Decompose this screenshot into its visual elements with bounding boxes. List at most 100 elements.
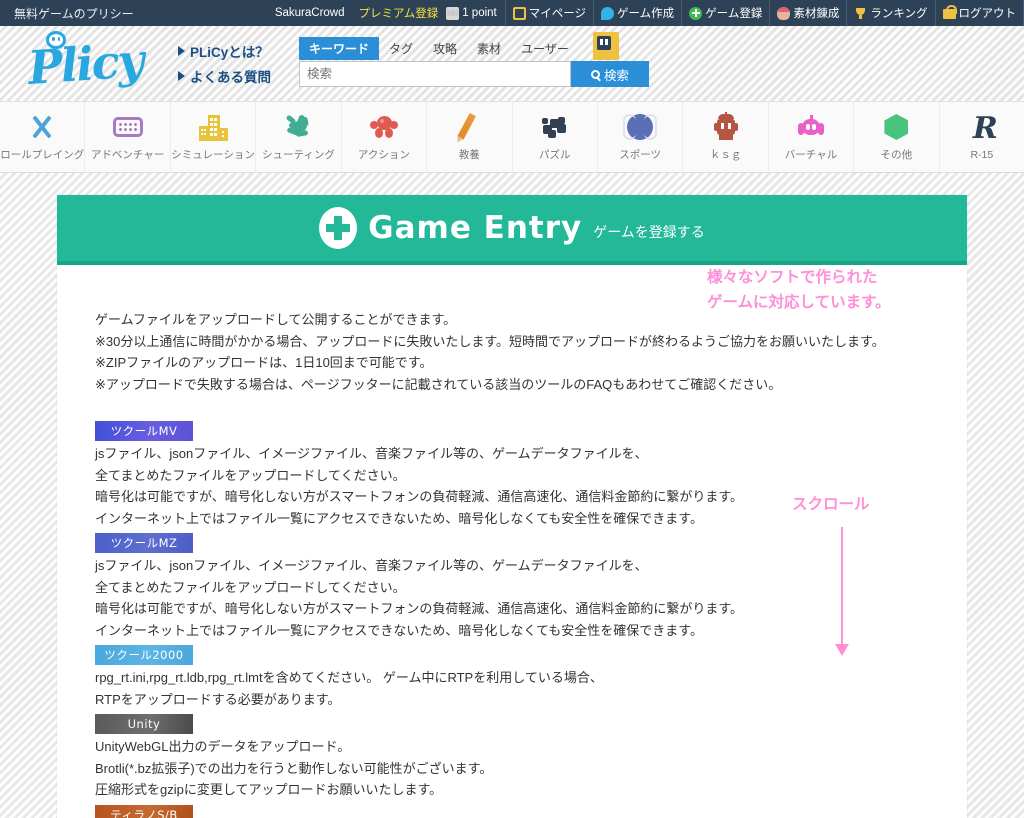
- point-balance: 1 point: [444, 0, 505, 26]
- search-button-label: 検索: [603, 68, 629, 83]
- category-adventure[interactable]: アドベンチャー: [85, 102, 171, 172]
- page-background: Game Entry ゲームを登録する ゲームファイルをアップロードして公開する…: [0, 173, 1024, 818]
- search-tab-material[interactable]: 素材: [467, 37, 511, 60]
- search-tabs: キーワード タグ 攻略 素材 ユーザー: [299, 32, 649, 60]
- top-utility-bar: 無料ゲームのプリシー SakuraCrowd プレミアム登録 1 point マ…: [0, 0, 1024, 26]
- site-logo-text: Plicy: [26, 32, 144, 95]
- page-body: ゲームファイルをアップロードして公開することができます。 ※30分以上通信に時間…: [57, 265, 967, 818]
- annotation-scroll-arrow-icon: [835, 527, 849, 656]
- badge-tyrano: ティラノS/B: [95, 804, 193, 818]
- category-simulation[interactable]: シミュレーション: [171, 102, 257, 172]
- category-sports[interactable]: スポーツ: [598, 102, 684, 172]
- game-console-icon[interactable]: [592, 32, 619, 60]
- pencil-icon: [452, 112, 486, 142]
- intro-block: ゲームファイルをアップロードして公開することができます。 ※30分以上通信に時間…: [95, 309, 929, 395]
- plus-circle-icon: [319, 207, 358, 249]
- puzzle-icon: [538, 112, 572, 142]
- nav-mypage[interactable]: マイページ: [504, 0, 593, 26]
- badge-tkool-mz: ツクールMZ: [95, 533, 193, 553]
- category-shooting[interactable]: シューティング: [256, 102, 342, 172]
- tool-section-tyrano: ティラノS/B dataフォルダ、tyranoフォルダ、index.html等の…: [95, 801, 929, 818]
- premium-signup-link[interactable]: プレミアム登録: [353, 0, 445, 26]
- crown-icon: [446, 6, 460, 20]
- intro-line-4: ※アップロードで失敗する場合は、ページフッターに記載されている該当のツールのFA…: [95, 376, 782, 392]
- crossed-swords-icon: [25, 112, 59, 142]
- triangle-bullet-icon: [178, 46, 185, 56]
- intro-line-2: ※30分以上通信に時間がかかる場合、アップロードに失敗いたします。短時間でアップ…: [95, 333, 885, 349]
- point-balance-label: 1 point: [462, 7, 497, 19]
- username-label[interactable]: SakuraCrowd: [267, 0, 353, 26]
- game-entry-icon: [689, 6, 703, 20]
- nav-about-plicy-label: PLiCyとは？: [190, 45, 269, 60]
- category-other[interactable]: その他: [854, 102, 940, 172]
- textbox-icon: [111, 112, 145, 142]
- nav-mypage-label: マイページ: [528, 8, 587, 20]
- category-adventure-label: アドベンチャー: [90, 149, 165, 161]
- category-ksg-label: ｋｓｇ: [709, 149, 742, 161]
- nav-material[interactable]: 素材錬成: [769, 0, 846, 26]
- category-puzzle[interactable]: パズル: [513, 102, 598, 172]
- tool-2000-line-1: rpg_rt.ini,rpg_rt.ldb,rpg_rt.lmtを含めてください…: [95, 670, 603, 685]
- category-education[interactable]: 教養: [427, 102, 513, 172]
- tool-unity-line-2: Brotli(*.bz拡張子)での出力を行うと動作しない可能性がございます。: [95, 760, 493, 776]
- category-virtual[interactable]: バーチャル: [769, 102, 855, 172]
- virtual-icon: [794, 112, 828, 142]
- category-roleplaying[interactable]: ロールプレイング: [0, 102, 86, 172]
- triangle-bullet-icon: [178, 71, 185, 81]
- page-title: Game Entry: [368, 209, 583, 246]
- tool-unity-line-1: UnityWebGL出力のデータをアップロード。: [95, 739, 351, 754]
- ball-icon: [623, 112, 658, 142]
- category-action-label: アクション: [357, 149, 410, 161]
- search-input[interactable]: [299, 61, 571, 87]
- tool-unity-line-3: 圧縮形式をgzipに変更してアップロードお願いいたします。: [95, 782, 443, 797]
- category-education-label: 教養: [458, 149, 480, 161]
- category-roleplaying-label: ロールプレイング: [0, 149, 85, 161]
- creature-icon: [367, 112, 401, 142]
- game-create-icon: [601, 6, 615, 20]
- category-puzzle-label: パズル: [538, 149, 571, 161]
- category-sports-label: スポーツ: [619, 149, 662, 161]
- search-box: キーワード タグ 攻略 素材 ユーザー 検索: [299, 32, 649, 87]
- lock-icon: [942, 5, 957, 19]
- site-brand-text: 無料ゲームのプリシー: [14, 6, 134, 21]
- hexagon-icon: [879, 112, 913, 142]
- category-simulation-label: シミュレーション: [171, 149, 255, 161]
- search-icon: [590, 69, 600, 79]
- nav-ranking-label: ランキング: [870, 8, 928, 20]
- nav-game-entry[interactable]: ゲーム登録: [681, 0, 769, 26]
- search-button[interactable]: 検索: [571, 61, 649, 87]
- annotation-software-note-line1: 様々なソフトで作られた: [707, 269, 878, 286]
- nav-game-create[interactable]: ゲーム作成: [593, 0, 681, 26]
- category-ksg[interactable]: ｋｓｇ: [683, 102, 769, 172]
- spaceship-icon: [281, 112, 315, 142]
- tool-mv-line-2: 全てまとめたファイルをアップロードしてください。: [95, 467, 406, 483]
- search-tab-walkthrough[interactable]: 攻略: [423, 37, 467, 60]
- site-logo[interactable]: Plicy: [0, 29, 170, 99]
- smiley-face-icon: [46, 30, 66, 49]
- nav-ranking[interactable]: ランキング: [846, 0, 934, 26]
- nav-faq[interactable]: よくある質問: [178, 66, 271, 86]
- category-action[interactable]: アクション: [342, 102, 428, 172]
- search-tab-tag[interactable]: タグ: [379, 37, 423, 60]
- mypage-icon: [512, 6, 526, 20]
- page-subtitle: ゲームを登録する: [593, 223, 705, 240]
- annotation-software-note-line2: ゲームに対応しています。: [707, 294, 891, 311]
- nav-material-label: 素材錬成: [793, 8, 840, 20]
- material-icon: [777, 6, 791, 20]
- badge-unity: Unity: [95, 714, 193, 734]
- category-other-label: その他: [880, 149, 913, 161]
- search-tab-user[interactable]: ユーザー: [511, 37, 579, 60]
- nav-logout[interactable]: ログアウト: [934, 0, 1024, 26]
- badge-tkool-mv: ツクールMV: [95, 421, 193, 441]
- nav-faq-label: よくある質問: [190, 70, 271, 85]
- category-virtual-label: バーチャル: [784, 149, 838, 161]
- nav-about-plicy[interactable]: PLiCyとは？: [178, 41, 271, 61]
- search-tab-keyword[interactable]: キーワード: [299, 37, 380, 60]
- category-r15-label: R-15: [970, 148, 994, 161]
- tool-section-unity: Unity UnityWebGL出力のデータをアップロード。 Brotli(*.…: [95, 710, 929, 801]
- page-banner: Game Entry ゲームを登録する: [57, 195, 967, 265]
- nav-game-create-label: ゲーム作成: [617, 8, 675, 20]
- tool-mv-line-1: jsファイル、jsonファイル、イメージファイル、音楽ファイル等の、ゲームデータ…: [95, 446, 648, 461]
- category-r15[interactable]: R R-15: [940, 102, 1024, 172]
- buildings-icon: [196, 112, 230, 142]
